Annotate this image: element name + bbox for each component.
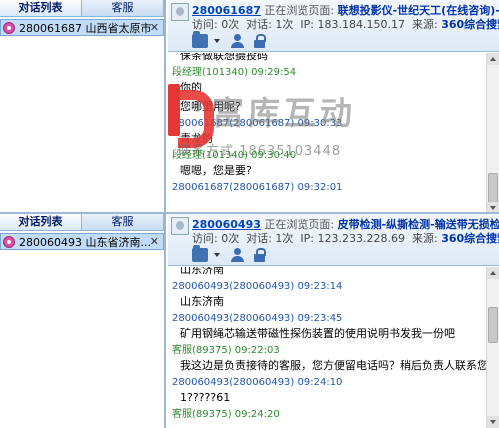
tab-service[interactable]: 客服	[82, 214, 164, 230]
message-meta: 段经理(101340) 09:29:54	[172, 67, 297, 78]
ip-address: IP: 183.184.150.17	[300, 18, 405, 31]
conversation-panel: 280060493 正在浏览页面: 皮带检测-纵撕检测-输送带无损检测-山西慧.…	[168, 214, 499, 428]
chat-partial-line: 保条做联想摄投码	[172, 53, 486, 61]
visits-count: 访问: 0次	[192, 232, 240, 245]
tab-chat-list[interactable]: 对话列表	[0, 0, 82, 16]
message-meta: 客服(89375) 09:24:20	[172, 409, 280, 420]
message-meta: 280060493(280060493) 09:23:45	[172, 313, 343, 324]
session-item[interactable]: 280060493 山东省济南... ✕	[0, 233, 164, 250]
visitor-status-icon	[3, 21, 15, 34]
message-text: 矿用钢绳芯输送带磁性探伤装置的使用说明书发我一份吧	[180, 327, 455, 340]
chat-scrollbar[interactable]	[486, 267, 499, 428]
source-label: 来源:	[411, 18, 438, 31]
lock-icon[interactable]	[252, 248, 268, 262]
session-item[interactable]: 280061687 山西省太原市 ✕	[0, 19, 164, 36]
message-meta: 280061687(280061687) 09:32:01	[172, 182, 343, 193]
session-tabs: 对话列表 客服	[0, 0, 164, 17]
visitor-header: 280061687 正在浏览页面: 联想投影仪-世纪天工(在线咨询)-山西投影仪…	[168, 0, 499, 52]
message-text: 1?????61	[180, 391, 231, 404]
close-icon[interactable]: ✕	[150, 235, 159, 248]
visitor-stats-line: 访问: 0次 对话: 1次 IP: 123.233.228.69 来源: 360…	[192, 230, 499, 246]
scroll-thumb[interactable]	[488, 307, 498, 343]
message-text: 我这边是负责接待的客服，您方便留电话吗？稍后负责人联系您，给您介绍	[180, 359, 486, 372]
chat-pane-2: 对话列表 客服 280060493 山东省济南... ✕ 280060493 正…	[0, 214, 499, 428]
visitor-toolbar	[192, 245, 274, 263]
scroll-up-icon[interactable]	[487, 267, 499, 279]
message-meta: 客服(89375) 09:22:03	[172, 345, 280, 356]
session-panel: 对话列表 客服 280061687 山西省太原市 ✕	[0, 0, 166, 214]
visits-count: 访问: 0次	[192, 18, 240, 31]
session-label: 280061687 山西省太原市	[19, 21, 152, 35]
dropdown-caret-icon[interactable]	[214, 248, 220, 262]
scroll-thumb[interactable]	[488, 173, 498, 203]
message-meta: 280060493(280060493) 09:24:10	[172, 377, 343, 388]
tab-service[interactable]: 客服	[82, 0, 164, 16]
visitor-status-icon	[3, 235, 15, 248]
message-meta: 280061687(280061687) 09:30:33	[172, 118, 343, 129]
partial-text: 山东济南	[180, 267, 224, 275]
dropdown-caret-icon[interactable]	[214, 34, 220, 48]
chat-log: 保条做联想摄投码 段经理(101340) 09:29:54 你的 您哪里用呢? …	[168, 53, 486, 214]
visitor-header: 280060493 正在浏览页面: 皮带检测-纵撕检测-输送带无损检测-山西慧.…	[168, 214, 499, 266]
user-icon[interactable]	[230, 34, 246, 48]
message-text: 您哪里用呢?	[180, 100, 241, 113]
user-icon[interactable]	[230, 248, 246, 262]
tab-chat-list[interactable]: 对话列表	[0, 214, 82, 230]
message-text: 山东济南	[180, 295, 224, 308]
message-text: 你的	[180, 81, 202, 94]
partial-text: 保条做联想摄投码	[180, 53, 268, 61]
conversation-panel: 280061687 正在浏览页面: 联想投影仪-世纪天工(在线咨询)-山西投影仪…	[168, 0, 499, 214]
folder-icon[interactable]	[192, 31, 208, 48]
visitor-stats-line: 访问: 0次 对话: 1次 IP: 183.184.150.17 来源: 360…	[192, 16, 499, 32]
chat-log: 山东济南 280060493(280060493) 09:23:14 山东济南 …	[168, 267, 486, 428]
message-text: 嗯嗯，您是要?	[180, 164, 252, 177]
chat-pane-1: 对话列表 客服 280061687 山西省太原市 ✕ 280061687 正在浏…	[0, 0, 499, 214]
chats-count: 对话: 1次	[246, 232, 294, 245]
avatar-icon	[171, 3, 189, 21]
watermark-phone: 联系方式 18635103448	[178, 144, 342, 159]
ip-address: IP: 123.233.228.69	[300, 232, 405, 245]
close-icon[interactable]: ✕	[150, 21, 159, 34]
session-panel: 对话列表 客服 280060493 山东省济南... ✕	[0, 214, 166, 428]
visitor-toolbar	[192, 31, 274, 49]
avatar-icon	[171, 217, 189, 235]
scroll-down-icon[interactable]	[487, 416, 499, 428]
message-meta: 280060493(280060493) 09:23:14	[172, 281, 343, 292]
lock-icon[interactable]	[252, 34, 268, 48]
scroll-up-icon[interactable]	[487, 53, 499, 65]
session-label: 280060493 山东省济南...	[19, 235, 151, 249]
source-value: 360综合搜索	[441, 18, 499, 31]
folder-icon[interactable]	[192, 245, 208, 262]
source-value: 360综合搜索	[441, 232, 499, 245]
session-tabs: 对话列表 客服	[0, 214, 164, 231]
chats-count: 对话: 1次	[246, 18, 294, 31]
chat-scrollbar[interactable]	[486, 53, 499, 214]
chat-partial-line: 山东济南	[172, 267, 486, 275]
source-label: 来源:	[411, 232, 438, 245]
